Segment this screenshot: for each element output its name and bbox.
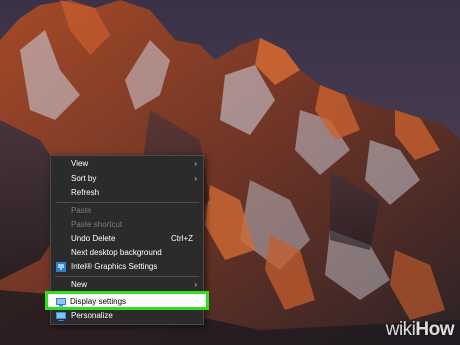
menu-item-paste-shortcut[interactable]: Paste shortcut: [51, 219, 203, 231]
menu-item-label: Intel® Graphics Settings: [71, 262, 158, 271]
menu-item-personalize[interactable]: Personalize: [51, 310, 203, 322]
menu-item-undo-delete[interactable]: Undo Delete Ctrl+Z: [51, 233, 203, 245]
menu-item-display-settings[interactable]: Display settings: [45, 291, 209, 310]
menu-item-view[interactable]: View ›: [51, 158, 203, 170]
menu-separator: [55, 276, 199, 277]
menu-item-label: Undo Delete: [71, 234, 116, 243]
menu-item-shortcut: Ctrl+Z: [171, 234, 193, 243]
menu-item-label: View: [71, 159, 89, 168]
chevron-right-icon: ›: [194, 159, 197, 168]
intel-graphics-icon: [56, 262, 66, 272]
menu-item-label: Paste: [71, 206, 92, 215]
watermark-wiki: wiki: [385, 319, 416, 340]
menu-item-sort-by[interactable]: Sort by ›: [51, 173, 203, 185]
display-icon: [56, 298, 66, 307]
menu-item-label: New: [71, 280, 88, 289]
chevron-right-icon: ›: [194, 280, 197, 289]
menu-item-label: Sort by: [71, 174, 97, 183]
menu-item-paste[interactable]: Paste: [51, 205, 203, 217]
menu-item-refresh[interactable]: Refresh: [51, 187, 203, 199]
watermark-how: How: [415, 319, 454, 340]
menu-item-label: Personalize: [71, 311, 113, 320]
personalize-icon: [56, 312, 66, 321]
menu-item-intel-graphics-settings[interactable]: Intel® Graphics Settings: [51, 261, 203, 273]
menu-item-label: Display settings: [70, 297, 127, 306]
menu-item-new[interactable]: New ›: [51, 279, 203, 291]
wikihow-watermark: wikiHow: [385, 319, 455, 341]
menu-item-next-desktop-background[interactable]: Next desktop background: [51, 247, 203, 259]
menu-item-label: Paste shortcut: [71, 220, 123, 229]
menu-item-label: Next desktop background: [71, 248, 162, 257]
menu-separator: [55, 202, 199, 203]
chevron-right-icon: ›: [194, 174, 197, 183]
menu-item-label: Refresh: [71, 188, 100, 197]
